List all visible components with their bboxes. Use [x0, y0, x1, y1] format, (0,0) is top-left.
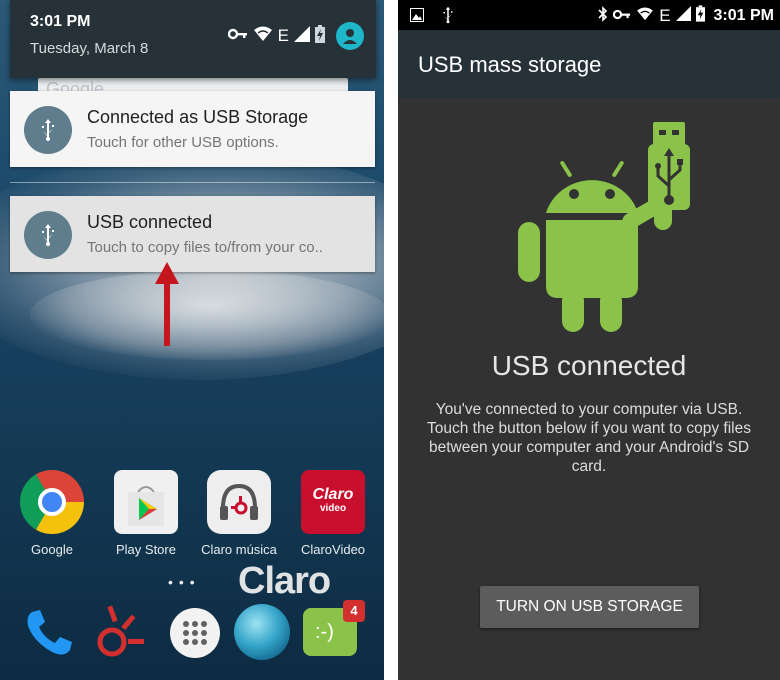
- phone-icon: [27, 610, 72, 655]
- bluetooth-icon: [598, 5, 608, 27]
- notification-title: USB connected: [87, 212, 213, 232]
- notification-title: Connected as USB Storage: [87, 107, 309, 127]
- app-label: Google: [31, 542, 73, 557]
- image-icon: [410, 8, 424, 27]
- wifi-icon: [636, 6, 654, 26]
- chrome-icon: [20, 470, 84, 534]
- app-claro-musica[interactable]: Claro música: [199, 470, 279, 557]
- app-label: Play Store: [116, 542, 176, 557]
- notification-shade-header[interactable]: 3:01 PM Tuesday, March 8 E: [10, 0, 376, 78]
- wifi-icon: [253, 26, 273, 47]
- usb-icon: [442, 6, 454, 29]
- battery-icon: [315, 24, 325, 48]
- dock-messaging[interactable]: :-) 4: [303, 600, 365, 662]
- shark-wallpaper-belly: [30, 270, 384, 360]
- annotation-arrow-icon: [155, 262, 179, 351]
- notification-usb-storage[interactable]: Connected as USB Storage Touch for other…: [10, 91, 375, 167]
- notification-text: Touch for other USB options.: [87, 134, 279, 151]
- play-store-icon: [114, 470, 178, 534]
- messaging-icon: :-) 4: [303, 600, 365, 656]
- app-label: ClaroVideo: [300, 542, 366, 557]
- user-avatar-icon[interactable]: [336, 22, 364, 50]
- usb-icon: [24, 106, 72, 154]
- claro-video-icon-subtext: video: [319, 503, 347, 514]
- app-claro-video[interactable]: Claro video ClaroVideo: [293, 470, 373, 557]
- signal-icon: [294, 25, 310, 47]
- claro-carrier-logo: Claro: [238, 560, 331, 602]
- turn-on-usb-storage-button[interactable]: TURN ON USB STORAGE: [480, 586, 699, 628]
- shade-status-icons: E: [227, 22, 364, 50]
- notification-text: Touch to copy files to/from your co..: [87, 239, 323, 256]
- left-phone-screen: Google 3:01 PM Tuesday, March 8 E Connec…: [0, 0, 384, 680]
- notification-badge: 4: [343, 600, 365, 622]
- status-bar: E 3:01 PM: [398, 0, 780, 30]
- usb-connected-description: You've connected to your computer via US…: [427, 401, 751, 475]
- usb-icon: [24, 211, 72, 259]
- claro-icon: [97, 605, 144, 657]
- app-label: Claro música: [201, 542, 277, 557]
- app-drawer-icon: [170, 608, 220, 658]
- usb-connected-heading: USB connected: [491, 350, 687, 381]
- dock-app-drawer[interactable]: [166, 604, 224, 662]
- notification-usb-connected[interactable]: USB connected Touch to copy files to/fro…: [10, 196, 375, 272]
- right-phone-screen: E 3:01 PM USB mass storage USB connected…: [398, 0, 780, 680]
- key-icon: [613, 7, 631, 25]
- status-clock: 3:01 PM: [713, 7, 774, 24]
- android-usb-illustration-icon: [516, 118, 696, 343]
- page-indicator: •••: [168, 574, 201, 590]
- dock-phone[interactable]: [20, 604, 78, 662]
- google-search-peek: Google: [38, 78, 348, 92]
- battery-icon: [695, 5, 705, 27]
- app-google[interactable]: Google: [12, 470, 92, 557]
- shade-clock: 3:01 PM: [30, 13, 91, 30]
- claro-musica-icon: [207, 470, 271, 534]
- claro-video-icon-text: Claro: [312, 486, 354, 503]
- shade-date: Tuesday, March 8: [30, 40, 149, 57]
- action-bar: USB mass storage: [398, 30, 780, 98]
- page-title: USB mass storage: [418, 52, 602, 77]
- app-play-store[interactable]: Play Store: [106, 470, 186, 557]
- claro-video-icon: Claro video: [301, 470, 365, 534]
- signal-icon: [675, 6, 691, 26]
- network-type: E: [659, 6, 671, 25]
- key-icon: [227, 27, 248, 45]
- network-type: E: [277, 26, 289, 45]
- dock-browser[interactable]: [234, 604, 292, 662]
- dock-claro[interactable]: [92, 604, 150, 662]
- globe-icon: [234, 604, 290, 660]
- shade-divider: [10, 182, 375, 183]
